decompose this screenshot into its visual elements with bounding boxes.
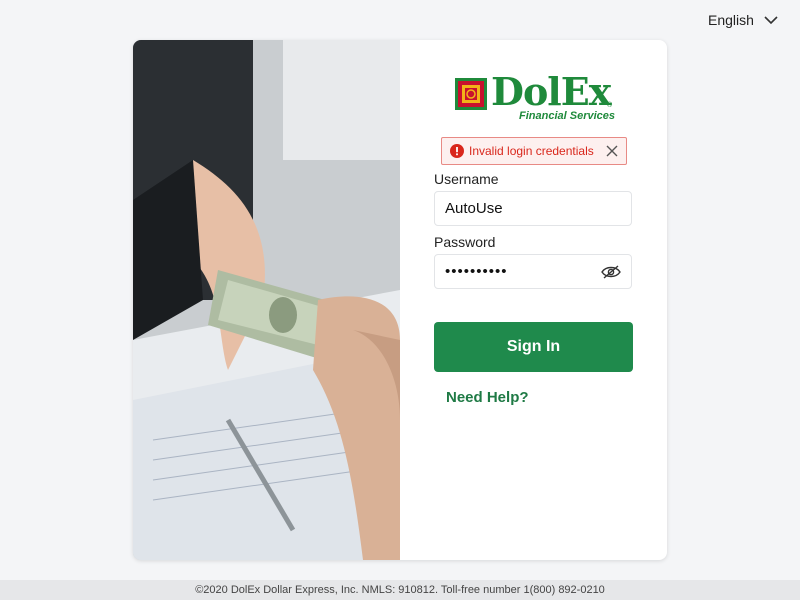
- login-card: DolEx ® Financial Services Invalid login…: [133, 40, 667, 560]
- password-input[interactable]: ••••••••••: [445, 263, 601, 280]
- username-input[interactable]: [445, 200, 621, 217]
- login-page: English DolEx ® Financial Services Inval…: [0, 0, 800, 600]
- need-help-link[interactable]: Need Help?: [446, 389, 529, 406]
- dolex-emblem-icon: [455, 78, 487, 110]
- alert-message: Invalid login credentials: [469, 144, 594, 158]
- password-field[interactable]: ••••••••••: [434, 254, 632, 289]
- logo-wordmark: DolEx: [491, 69, 611, 114]
- registered-mark: ®: [607, 102, 613, 109]
- close-icon[interactable]: [606, 145, 618, 157]
- error-alert: Invalid login credentials: [441, 137, 627, 165]
- logo-tagline: Financial Services: [519, 110, 615, 122]
- username-field[interactable]: [434, 191, 632, 226]
- login-form: DolEx ® Financial Services Invalid login…: [400, 40, 667, 560]
- hero-photo: [133, 40, 400, 560]
- username-label: Username: [434, 171, 499, 187]
- password-label: Password: [434, 234, 496, 250]
- chevron-down-icon: [764, 15, 778, 24]
- error-icon: [450, 144, 464, 158]
- footer-text: ©2020 DolEx Dollar Express, Inc. NMLS: 9…: [195, 584, 605, 596]
- footer: ©2020 DolEx Dollar Express, Inc. NMLS: 9…: [0, 580, 800, 600]
- language-label: English: [708, 12, 754, 28]
- sign-in-button[interactable]: Sign In: [434, 322, 633, 372]
- eye-slash-icon[interactable]: [601, 264, 621, 279]
- language-selector[interactable]: English: [708, 12, 778, 28]
- dolex-logo: DolEx ® Financial Services: [455, 70, 615, 126]
- money-handoff-illustration: [133, 40, 400, 560]
